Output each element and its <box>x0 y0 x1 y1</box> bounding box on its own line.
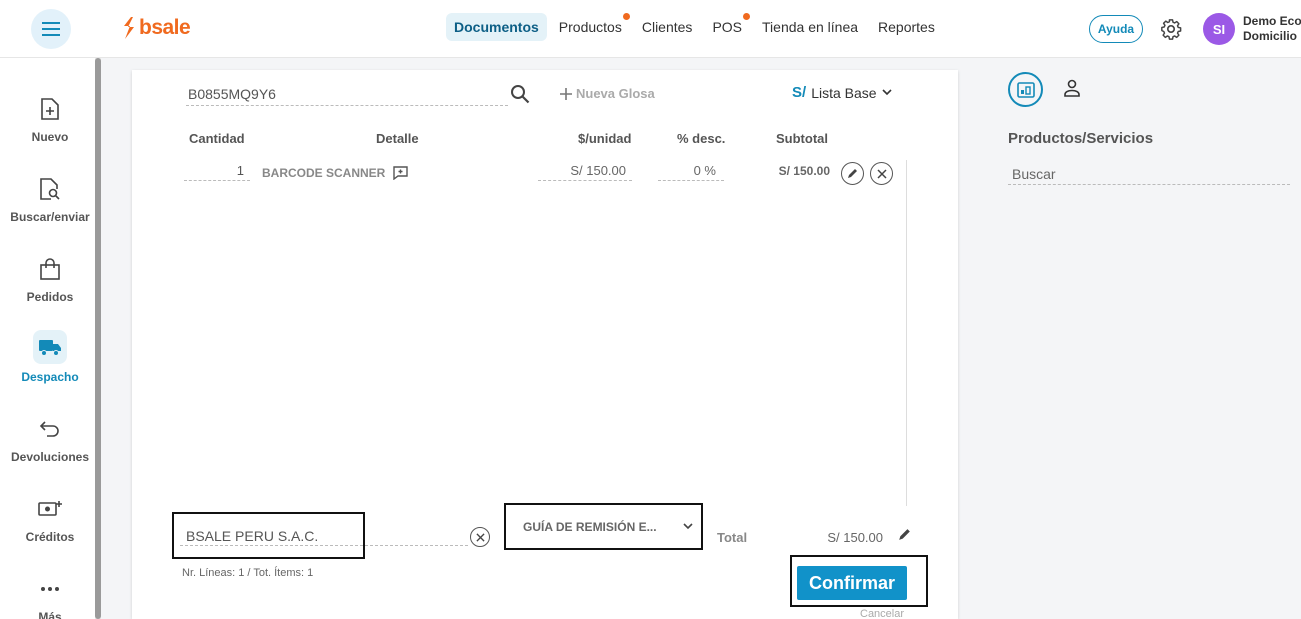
column-unit-price: $/unidad <box>578 131 632 146</box>
add-gloss-label: Nueva Glosa <box>576 86 655 101</box>
sidebar-item-nuevo[interactable]: Nuevo <box>0 92 100 144</box>
sidebar-item-label: Créditos <box>25 530 75 544</box>
sidebar-item-despacho[interactable]: Despacho <box>0 328 100 384</box>
brand-logo[interactable]: bsale <box>122 16 191 40</box>
confirm-button[interactable]: Confirmar <box>797 566 907 600</box>
bag-icon <box>40 258 60 280</box>
more-icon <box>41 587 59 591</box>
sidebar-item-label: Pedidos <box>26 290 74 304</box>
nav-label: Clientes <box>641 19 693 35</box>
menu-button[interactable] <box>31 9 71 49</box>
search-button[interactable] <box>510 84 530 109</box>
tab-products[interactable] <box>1008 72 1043 107</box>
sidebar-scrollbar[interactable] <box>95 58 101 619</box>
clear-client-button[interactable] <box>470 527 490 547</box>
sidebar-item-label: Nuevo <box>31 130 69 144</box>
pencil-icon <box>899 529 910 540</box>
return-arrow-icon <box>39 421 59 437</box>
document-type-value: GUÍA DE REMISIÓN E... <box>523 519 657 534</box>
client-highlight-box <box>172 512 365 559</box>
add-gloss-button[interactable]: Nueva Glosa <box>560 86 655 101</box>
notification-dot <box>622 13 630 20</box>
avatar[interactable]: SI <box>1203 13 1235 45</box>
edit-row-button[interactable] <box>841 162 864 185</box>
cancel-link[interactable]: Cancelar <box>860 608 904 619</box>
sidebar-item-label: Más <box>38 610 62 619</box>
sidebar: Nuevo Buscar/enviar Pedidos Despacho Dev… <box>0 58 95 619</box>
document-type-select[interactable]: GUÍA DE REMISIÓN E... <box>504 503 703 550</box>
price-list-selector[interactable]: S/ Lista Base <box>792 84 892 101</box>
tab-client[interactable] <box>1062 78 1082 103</box>
close-icon <box>475 532 485 542</box>
price-list-name: Lista Base <box>811 84 877 101</box>
nav-label: Reportes <box>878 19 935 35</box>
sidebar-item-pedidos[interactable]: Pedidos <box>0 252 100 304</box>
notification-dot <box>743 13 751 20</box>
bsale-logo-icon <box>124 17 134 39</box>
product-name: BARCODE SCANNER <box>262 166 386 180</box>
code-input[interactable]: B0855MQ9Y6 <box>186 86 508 106</box>
search-document-icon <box>40 178 60 200</box>
user-address: Domicilio <box>1243 29 1298 43</box>
nav-label: POS <box>712 19 743 35</box>
credit-icon <box>38 501 62 516</box>
search-icon <box>511 85 530 104</box>
column-discount: % desc. <box>677 131 726 146</box>
currency-symbol: S/ <box>792 84 807 101</box>
products-services-title: Productos/Servicios <box>1008 130 1154 147</box>
sidebar-item-label: Buscar/enviar <box>10 210 90 224</box>
main-nav: Documentos Productos Clientes POS Tienda… <box>446 13 947 41</box>
nav-reportes[interactable]: Reportes <box>870 13 943 41</box>
sidebar-item-label: Devoluciones <box>10 450 90 464</box>
close-icon <box>876 168 887 179</box>
settings-button[interactable] <box>1160 18 1182 45</box>
new-document-icon <box>41 98 59 120</box>
column-quantity: Cantidad <box>189 131 245 146</box>
nav-tienda-en-linea[interactable]: Tienda en línea <box>754 13 866 41</box>
product-search-input[interactable]: Buscar <box>1008 166 1290 185</box>
discount-input[interactable]: 0 % <box>658 163 724 181</box>
sidebar-item-buscar-enviar[interactable]: Buscar/enviar <box>0 172 100 224</box>
brand-name: bsale <box>139 16 191 39</box>
add-comment-icon[interactable] <box>393 166 409 180</box>
pencil-icon <box>848 169 857 178</box>
scrollbar-thumb[interactable] <box>95 58 101 619</box>
edit-total-button[interactable] <box>898 528 911 546</box>
row-detail: BARCODE SCANNER <box>262 166 409 180</box>
column-detail: Detalle <box>376 131 419 146</box>
nav-productos[interactable]: Productos <box>551 13 630 41</box>
sidebar-item-mas[interactable]: Más <box>0 572 100 619</box>
sidebar-item-label: Despacho <box>21 370 79 384</box>
user-name: Demo Eco <box>1243 14 1301 28</box>
plus-icon <box>560 87 572 100</box>
hamburger-icon <box>42 22 60 36</box>
nav-label: Productos <box>558 19 622 35</box>
nav-label: Documentos <box>454 19 539 35</box>
gear-icon <box>1161 19 1182 40</box>
nav-clientes[interactable]: Clientes <box>634 13 701 41</box>
lines-summary: Nr. Líneas: 1 / Tot. Ítems: 1 <box>182 567 314 579</box>
total-value: S/ 150.00 <box>827 530 883 545</box>
help-button[interactable]: Ayuda <box>1089 15 1143 43</box>
sidebar-item-creditos[interactable]: Créditos <box>0 492 100 544</box>
nav-pos[interactable]: POS <box>704 13 751 41</box>
top-bar: bsale Documentos Productos Clientes POS … <box>0 0 1301 58</box>
unit-price-input[interactable]: S/ 150.00 <box>538 163 632 181</box>
column-subtotal: Subtotal <box>776 131 828 146</box>
nav-documentos[interactable]: Documentos <box>446 13 547 41</box>
remove-row-button[interactable] <box>870 162 893 185</box>
quantity-input[interactable]: 1 <box>184 163 250 181</box>
row-divider <box>906 160 907 506</box>
sidebar-item-devoluciones[interactable]: Devoluciones <box>0 412 100 464</box>
truck-icon <box>39 340 61 356</box>
chevron-down-icon <box>683 523 693 530</box>
row-subtotal: S/ 150.00 <box>778 164 830 178</box>
document-panel: B0855MQ9Y6 Nueva Glosa S/ Lista Base Can… <box>132 70 958 619</box>
user-icon <box>1064 79 1080 97</box>
chevron-down-icon <box>881 89 892 96</box>
user-info[interactable]: Demo Eco Domicilio <box>1243 14 1301 44</box>
products-icon <box>1016 81 1035 98</box>
total-label: Total <box>717 530 748 545</box>
nav-label: Tienda en línea <box>762 19 859 35</box>
